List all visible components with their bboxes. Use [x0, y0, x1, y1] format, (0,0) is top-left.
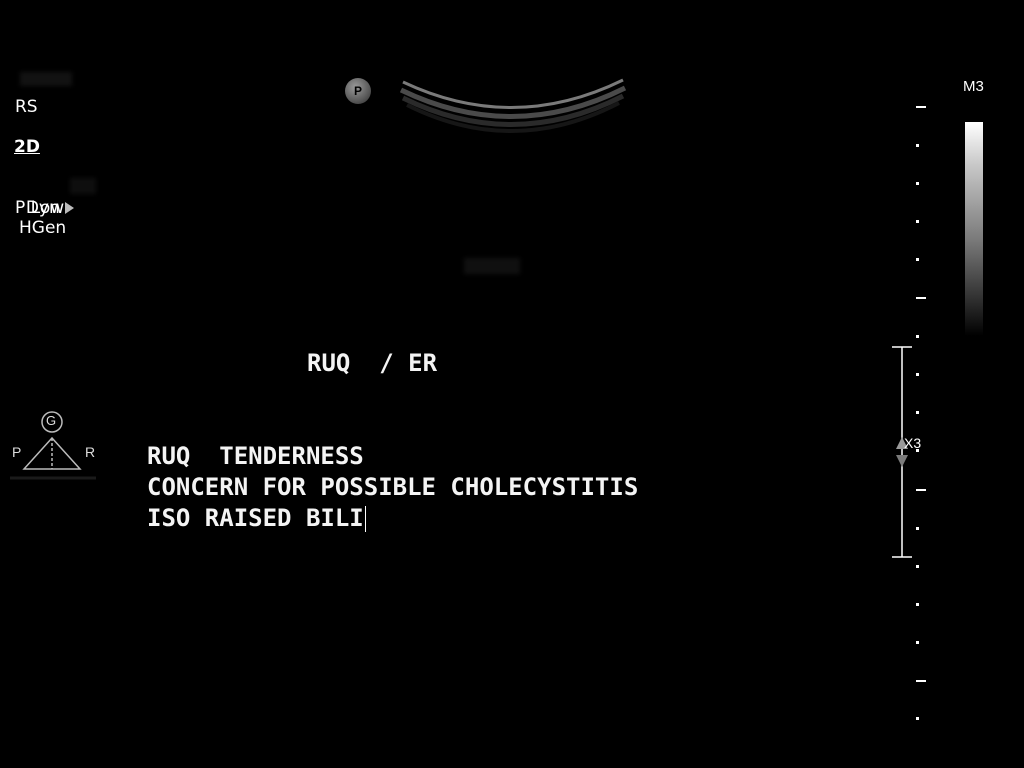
focus-label: X3	[904, 435, 922, 451]
depth-tick-minor	[916, 717, 919, 720]
depth-tick-minor	[916, 565, 919, 568]
imaging-mode-2d[interactable]: 2D	[14, 137, 40, 157]
annotation-text-input[interactable]: ISO RAISED BILI	[147, 503, 366, 534]
depth-tick-minor	[916, 258, 919, 261]
focus-zone-bracket[interactable]: X3	[888, 345, 928, 561]
depth-tick-minor	[916, 182, 919, 185]
grayscale-map-label: M3	[963, 78, 984, 95]
depth-tick-minor	[916, 603, 919, 606]
orientation-left-label: P	[12, 444, 22, 460]
power-label: P Low	[15, 198, 65, 218]
text-cursor	[364, 506, 366, 532]
play-icon	[64, 202, 74, 214]
probe-side-label: RS	[15, 97, 38, 117]
grayscale-bar	[965, 122, 983, 336]
ghost-text	[20, 72, 72, 86]
transducer-arc	[399, 78, 627, 133]
header-annotation: RUQ / ER	[307, 349, 438, 377]
orientation-pictogram: G P R	[0, 408, 110, 488]
frequency-label: HGen	[19, 218, 67, 238]
orientation-right-label: R	[85, 444, 96, 460]
ghost-text	[70, 178, 96, 194]
annotation-line-3: ISO RAISED BILI	[147, 504, 364, 532]
orientation-top-label: G	[46, 413, 57, 428]
depth-tick-minor	[916, 335, 919, 338]
annotation-line-2: CONCERN FOR POSSIBLE CHOLECYSTITIS	[147, 473, 639, 501]
focus-bracket-icon	[892, 346, 912, 558]
depth-tick-major	[916, 680, 926, 682]
depth-tick-minor	[916, 220, 919, 223]
depth-tick-major	[916, 297, 926, 299]
depth-tick-minor	[916, 144, 919, 147]
depth-tick-minor	[916, 641, 919, 644]
ghost-text	[464, 258, 520, 274]
probe-orientation-marker: P	[345, 78, 371, 104]
annotation-line-1: RUQ TENDERNESS	[147, 442, 364, 470]
depth-tick-major	[916, 106, 926, 108]
